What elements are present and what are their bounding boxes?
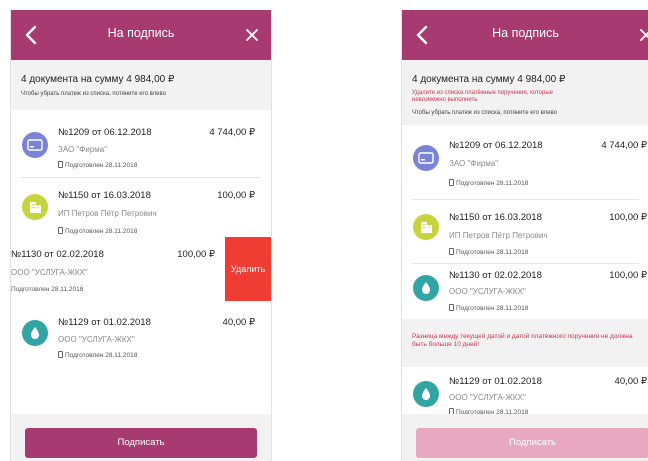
payee-name: ЗАО "Фирма" [449, 159, 499, 168]
card-icon [413, 145, 439, 171]
swipe-hint: Чтобы убрать платеж из списка, потяните … [412, 110, 557, 116]
document-number: №1129 от 01.02.2018 [58, 317, 151, 328]
page-title: На подпись [492, 26, 559, 40]
card-icon [22, 132, 48, 158]
payee-name: ООО "УСЛУГА-ЖКХ" [11, 268, 88, 277]
payment-amount: 100,00 ₽ [217, 190, 255, 201]
document-icon [58, 351, 63, 358]
document-status: Подготовлен 28.11.2018 [58, 161, 137, 169]
payment-amount: 40,00 ₽ [614, 376, 647, 387]
document-icon [58, 227, 63, 234]
payee-name: ИП Петров Пётр Петрович [58, 209, 157, 218]
payment-item[interactable]: №1129 от 01.02.2018 40,00 ₽ ООО "УСЛУГА-… [402, 367, 648, 416]
document-number: №1209 от 06.12.2018 [449, 140, 543, 151]
payment-item[interactable]: №1150 от 16.03.2018 100,00 ₽ ИП Петров П… [402, 200, 648, 263]
water-drop-icon [22, 320, 48, 346]
document-icon [449, 179, 454, 186]
payment-amount: 100,00 ₽ [609, 270, 647, 281]
close-icon[interactable] [243, 26, 261, 44]
status-text: Подготовлен 28.11.2018 [456, 180, 529, 187]
payment-item-swiped[interactable]: №1130 от 02.02.2018 100,00 ₽ ООО "УСЛУГА… [11, 237, 271, 301]
building-icon [413, 214, 439, 240]
payment-item[interactable]: №1130 от 02.02.2018 100,00 ₽ ООО "УСЛУГА… [402, 264, 648, 319]
close-icon[interactable] [637, 26, 648, 44]
payment-amount: 100,00 ₽ [609, 212, 647, 223]
water-drop-icon [413, 381, 439, 407]
payment-amount: 4 744,00 ₽ [209, 127, 255, 138]
status-text: Подготовлен 28.11.2018 [65, 228, 138, 235]
date-warning-panel: Разница между текущей датой и датой плат… [402, 319, 648, 367]
footer-panel: Подписать [402, 414, 648, 461]
document-status: Подготовлен 28.11.2018 [58, 351, 137, 359]
documents-total: 4 документа на сумму 4 984,00 ₽ [21, 74, 175, 85]
payment-item[interactable]: №1209 от 06.12.2018 4 744,00 ₽ ЗАО "Фирм… [402, 128, 648, 198]
payment-item[interactable]: №1209 от 06.12.2018 4 744,00 ₽ ЗАО "Фирм… [11, 113, 271, 177]
summary-panel: 4 документа на сумму 4 984,00 ₽ Удалите … [402, 60, 648, 125]
header-bar: На подпись [402, 10, 648, 60]
status-text: Подготовлен 28.11.2018 [456, 305, 529, 312]
document-number: №1209 от 06.12.2018 [58, 127, 152, 138]
screen-sign-list: На подпись 4 документа на сумму 4 984,00… [10, 10, 272, 461]
payee-name: ООО "УСЛУГА-ЖКХ" [449, 287, 526, 296]
building-icon [22, 194, 48, 220]
sign-button-disabled[interactable]: Подписать [416, 428, 648, 458]
payee-name: ООО "УСЛУГА-ЖКХ" [449, 393, 526, 402]
water-drop-icon [413, 275, 439, 301]
payment-item[interactable]: №1150 от 16.03.2018 100,00 ₽ ИП Петров П… [11, 178, 271, 242]
summary-panel: 4 документа на сумму 4 984,00 ₽ Чтобы уб… [11, 60, 271, 110]
document-status: Подготовлен 28.11.2018 [449, 179, 528, 187]
payee-name: ИП Петров Пётр Петрович [449, 231, 548, 240]
document-number: №1129 от 01.02.2018 [449, 376, 542, 387]
date-warning-text: Разница между текущей датой и датой плат… [412, 333, 633, 348]
screen-sign-list-error: На подпись 4 документа на сумму 4 984,00… [401, 10, 648, 461]
header-bar: На подпись [11, 10, 271, 60]
sign-button[interactable]: Подписать [25, 428, 257, 458]
document-status: Подготовлен 28.11.2018 [449, 304, 528, 312]
document-status: Подготовлен 28.11.2018 [58, 227, 137, 235]
status-text: Подготовлен 28.11.2018 [65, 162, 138, 169]
document-number: №1150 от 16.03.2018 [58, 190, 151, 201]
swipe-hint: Чтобы убрать платеж из списка, потяните … [21, 91, 166, 97]
document-status: Подготовлен 28.11.2018 [11, 286, 84, 293]
document-icon [449, 304, 454, 311]
document-number: №1130 от 02.02.2018 [449, 270, 542, 281]
document-icon [58, 161, 63, 168]
status-text: Подготовлен 28.11.2018 [65, 352, 138, 359]
payee-name: ООО "УСЛУГА-ЖКХ" [58, 335, 135, 344]
document-status: Подготовлен 28.11.2018 [449, 248, 528, 256]
payment-amount: 4 744,00 ₽ [601, 140, 647, 151]
footer-panel: Подписать [11, 414, 271, 461]
error-message: Удалите из списка платёжные поручения, к… [412, 90, 553, 103]
payment-amount: 40,00 ₽ [222, 317, 255, 328]
payment-item[interactable]: №1129 от 01.02.2018 40,00 ₽ ООО "УСЛУГА-… [11, 303, 271, 369]
status-text: Подготовлен 28.11.2018 [456, 249, 529, 256]
page-title: На подпись [107, 26, 175, 40]
payee-name: ЗАО "Фирма" [58, 145, 108, 154]
payment-amount: 100,00 ₽ [177, 249, 215, 260]
documents-total: 4 документа на сумму 4 984,00 ₽ [412, 74, 566, 85]
document-number: №1150 от 16.03.2018 [449, 212, 542, 223]
document-number: №1130 от 02.02.2018 [11, 249, 104, 260]
document-icon [449, 248, 454, 255]
delete-button[interactable]: Удалить [225, 237, 271, 301]
